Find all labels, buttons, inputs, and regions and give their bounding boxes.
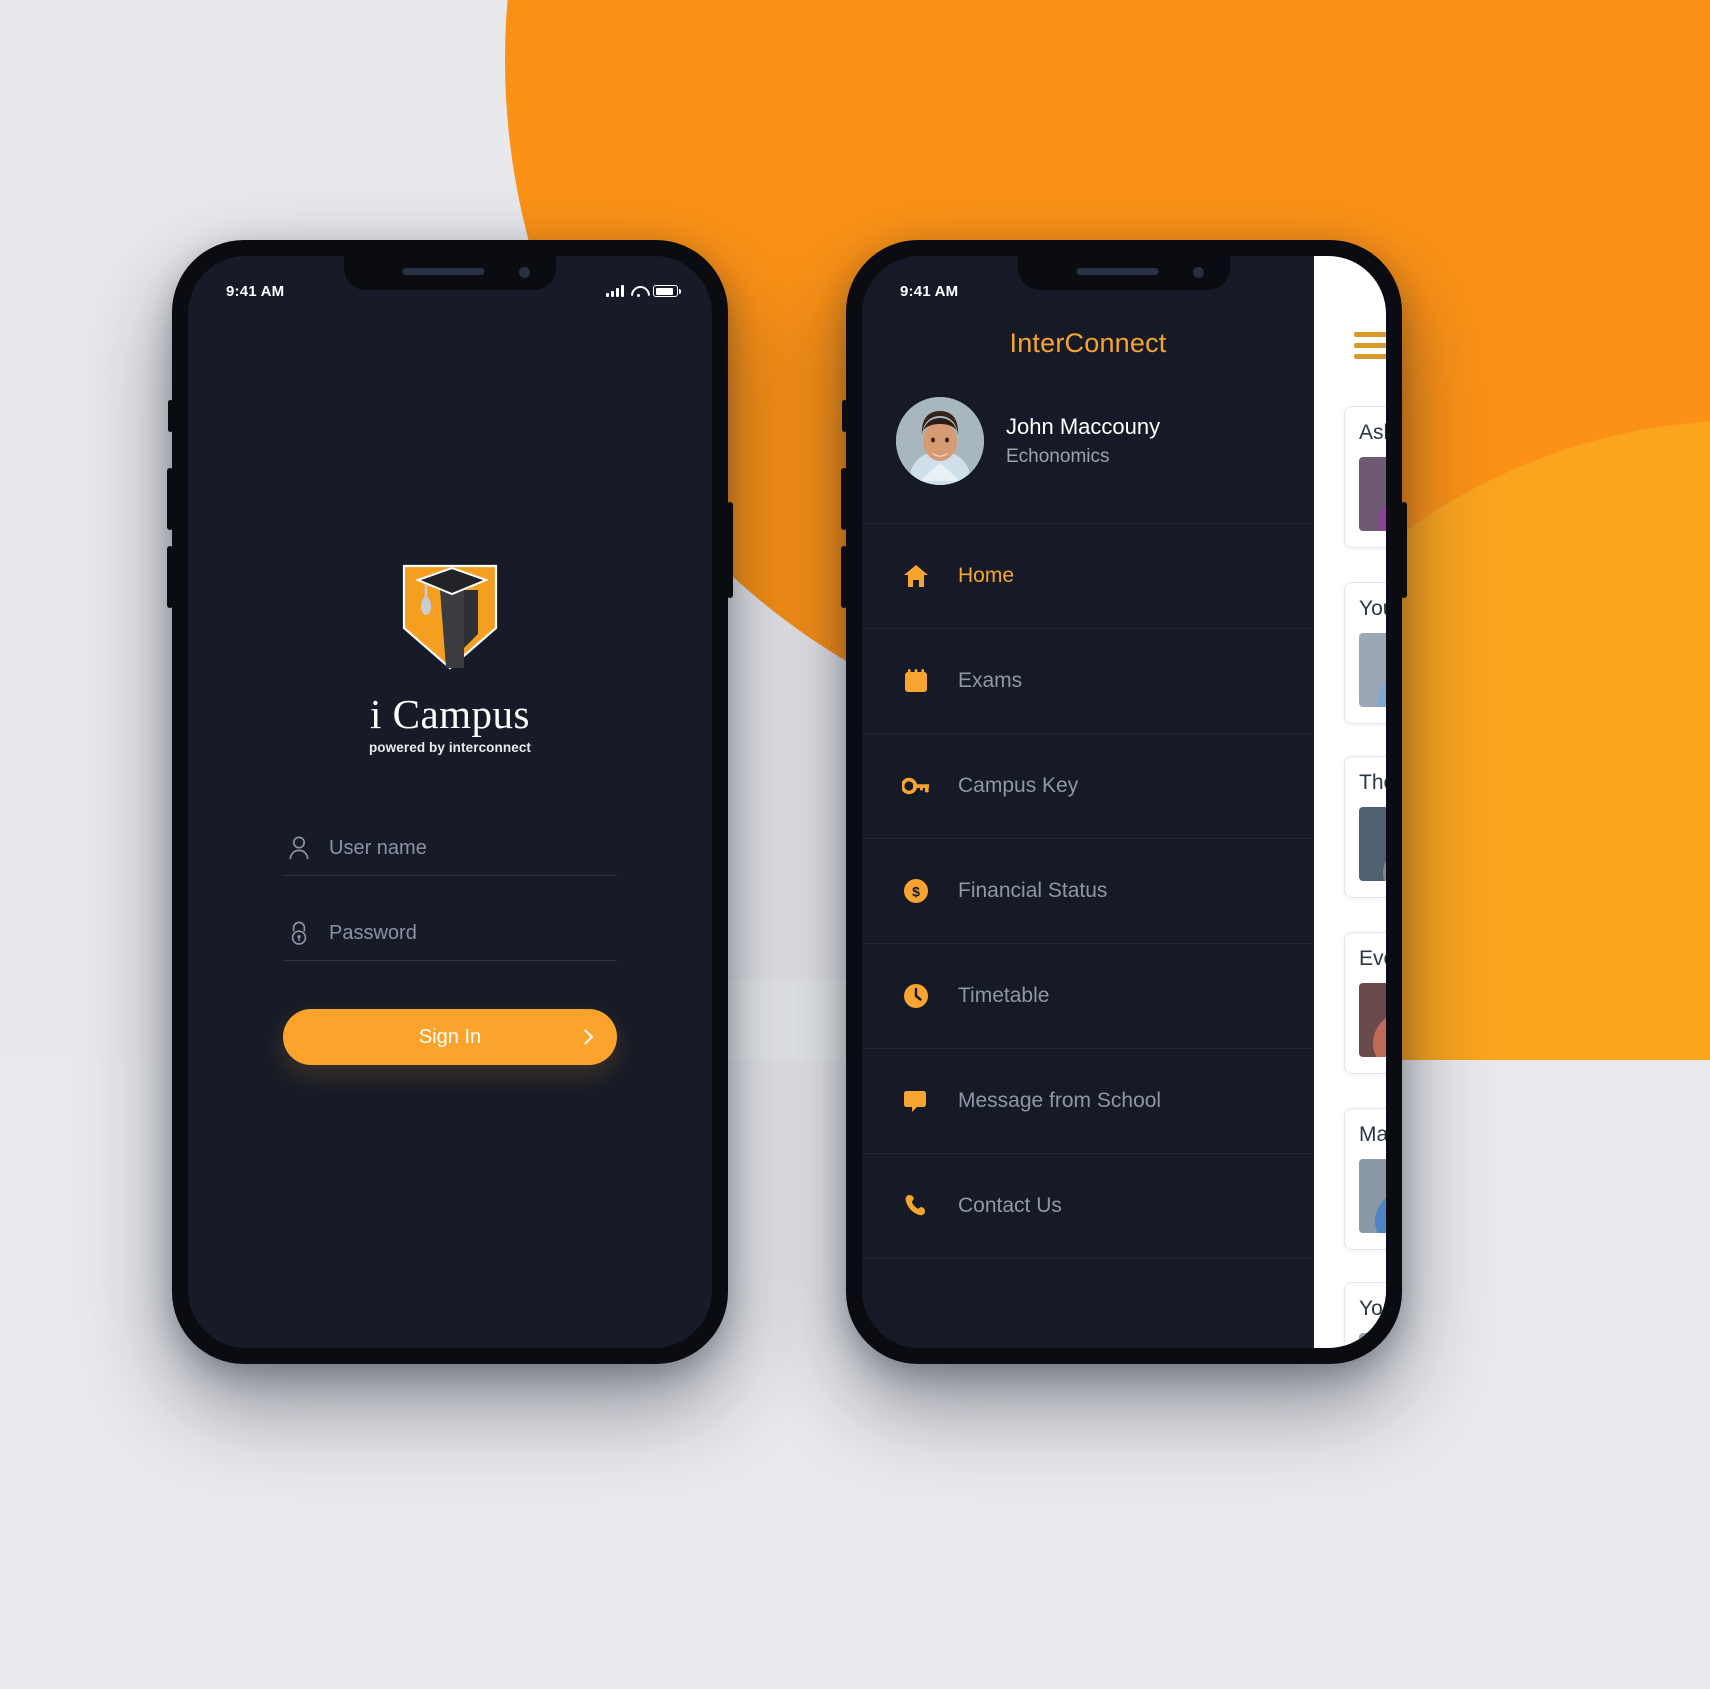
feed-card[interactable]: You (1344, 1282, 1386, 1348)
menu-item-campus-key[interactable]: Campus Key (862, 734, 1314, 839)
silent-switch[interactable] (168, 400, 173, 432)
device-notch (344, 256, 556, 290)
sign-in-label: Sign In (418, 1025, 482, 1048)
front-camera (519, 267, 530, 278)
navigation-drawer: 9:41 AM InterConnect John Maccouny Echon… (862, 256, 1314, 1348)
phone-icon (902, 1192, 930, 1220)
feed-card-image (1359, 807, 1386, 881)
chevron-right-icon (577, 1029, 594, 1045)
login-form (283, 827, 617, 961)
content-panel-peek: Ask You The (1314, 256, 1386, 1348)
user-avatar-photo (896, 397, 984, 485)
menu-item-exams-label: Exams (958, 669, 1023, 692)
feed-card[interactable]: Ask (1344, 406, 1386, 548)
brand-name: i Campus (369, 691, 531, 737)
feed-card-title: Ask (1359, 421, 1386, 444)
drawer-screen: 9:41 AM InterConnect John Maccouny Echon… (862, 256, 1386, 1348)
svg-text:$: $ (912, 884, 920, 900)
username-input[interactable] (329, 836, 613, 860)
volume-up-button[interactable] (167, 468, 173, 530)
volume-down-button-2[interactable] (841, 546, 847, 608)
cellular-signal-icon (606, 285, 624, 297)
calendar-icon (902, 667, 930, 695)
user-icon (289, 836, 309, 860)
chat-bubble-icon (902, 1087, 930, 1115)
feed-card[interactable]: The (1344, 756, 1386, 898)
drawer-menu-list: Home Exams Campus Key $ Financial Status… (862, 524, 1314, 1259)
username-field-row[interactable] (283, 827, 617, 876)
avatar (896, 397, 984, 485)
phone-device-login: 9:41 AM i Campus powered by interconnect… (167, 240, 733, 1364)
menu-item-financial-status[interactable]: $ Financial Status (862, 839, 1314, 944)
menu-item-contact-us-label: Contact Us (958, 1194, 1062, 1217)
wifi-icon (631, 286, 646, 297)
feed-card-title: You (1359, 1297, 1386, 1320)
volume-up-button-2[interactable] (841, 468, 847, 530)
feed-card-title: Ma (1359, 1123, 1386, 1146)
feed-card-title: You (1359, 597, 1386, 620)
menu-item-contact-us[interactable]: Contact Us (862, 1154, 1314, 1259)
status-time: 9:41 AM (226, 282, 285, 300)
feed-card[interactable]: Ma (1344, 1108, 1386, 1250)
feed-card[interactable]: Eve (1344, 932, 1386, 1074)
brand-tagline: powered by interconnect (368, 740, 532, 755)
feed-card-title: Eve (1359, 947, 1386, 970)
feed-card-image (1359, 457, 1386, 531)
power-button-2[interactable] (1401, 502, 1407, 598)
menu-item-home-label: Home (958, 564, 1015, 587)
feed-card[interactable]: You (1344, 582, 1386, 724)
lock-icon (291, 921, 307, 945)
sign-in-button[interactable]: Sign In (283, 1009, 617, 1065)
hamburger-menu-icon[interactable] (1354, 332, 1386, 359)
front-camera-2 (1193, 267, 1204, 278)
dollar-coin-icon: $ (902, 877, 930, 905)
home-icon (902, 562, 930, 590)
device-notch-2 (1018, 256, 1230, 290)
feed-card-image (1359, 1159, 1386, 1233)
profile-role: Echonomics (1006, 446, 1110, 467)
password-input[interactable] (329, 921, 613, 945)
menu-item-timetable[interactable]: Timetable (862, 944, 1314, 1049)
feed-card-title: The (1359, 771, 1386, 794)
menu-item-financial-status-label: Financial Status (958, 879, 1108, 902)
battery-icon (653, 285, 681, 297)
password-field-row[interactable] (283, 912, 617, 961)
feed-card-image (1359, 633, 1386, 707)
earpiece-speaker-2 (1076, 268, 1159, 275)
silent-switch-2[interactable] (842, 400, 847, 432)
menu-item-campus-key-label: Campus Key (958, 774, 1079, 797)
profile-name: John Maccouny (1006, 414, 1161, 439)
menu-item-exams[interactable]: Exams (862, 629, 1314, 734)
login-screen: 9:41 AM i Campus powered by interconnect… (188, 256, 712, 1348)
menu-item-message-from-school[interactable]: Message from School (862, 1049, 1314, 1154)
status-time-2: 9:41 AM (900, 282, 959, 300)
profile-header[interactable]: John Maccouny Echonomics (862, 359, 1314, 524)
graduation-cap-shield-logo (402, 564, 498, 670)
menu-item-timetable-label: Timetable (958, 984, 1050, 1007)
feed-card-image (1359, 1333, 1386, 1348)
power-button[interactable] (727, 502, 733, 598)
key-icon (902, 772, 930, 800)
clock-icon (902, 982, 930, 1010)
menu-item-home[interactable]: Home (862, 524, 1314, 629)
menu-item-message-from-school-label: Message from School (958, 1089, 1162, 1112)
feed-card-image (1359, 983, 1386, 1057)
earpiece-speaker (402, 268, 485, 275)
phone-device-drawer: 9:41 AM InterConnect John Maccouny Echon… (841, 240, 1407, 1364)
volume-down-button[interactable] (167, 546, 173, 608)
brand-logo-block: i Campus powered by interconnect (369, 556, 531, 755)
